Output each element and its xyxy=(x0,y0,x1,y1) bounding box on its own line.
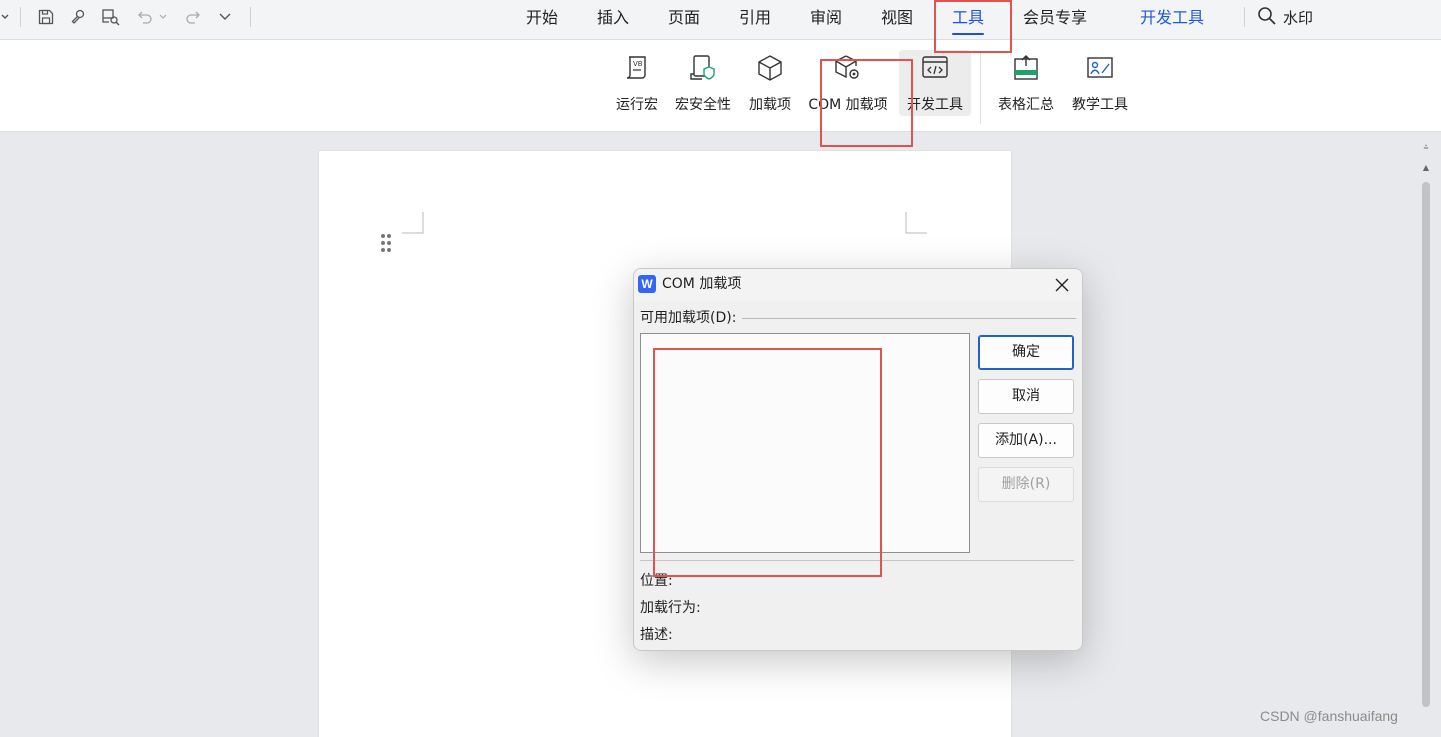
margin-corner-top-right xyxy=(905,212,927,234)
margin-corner-top-left xyxy=(402,212,424,234)
tab-review[interactable]: 审阅 xyxy=(810,7,842,29)
load-behavior-label: 加载行为: xyxy=(640,600,701,616)
close-icon[interactable] xyxy=(1050,273,1074,297)
print-preview-icon[interactable] xyxy=(100,7,122,27)
teaching-tools-button[interactable]: 教学工具 xyxy=(1068,50,1132,116)
code-window-icon xyxy=(920,50,950,86)
macro-security-button[interactable]: 宏安全性 xyxy=(671,50,735,116)
ok-button[interactable]: 确定 xyxy=(978,335,1074,370)
dev-tools-button[interactable]: 开发工具 xyxy=(899,50,971,116)
dev-tools-label: 开发工具 xyxy=(907,97,963,113)
undo-icon[interactable] xyxy=(136,7,154,27)
save-icon[interactable] xyxy=(36,7,56,27)
available-addins-label: 可用加载项(D): xyxy=(640,309,741,327)
location-label: 位置: xyxy=(640,573,673,589)
tab-tools[interactable]: 工具 xyxy=(952,7,985,35)
title-bar: 开始 插入 页面 引用 审阅 视图 工具 会员专享 开发工具 水印 xyxy=(0,0,1441,40)
table-summary-label: 表格汇总 xyxy=(998,97,1054,113)
tab-member[interactable]: 会员专享 xyxy=(1023,7,1087,29)
watermark-text: CSDN @fanshuaifang xyxy=(1260,708,1398,724)
tab-insert[interactable]: 插入 xyxy=(597,7,629,29)
cube-gear-icon xyxy=(833,50,863,86)
ribbon: VB 运行宏 宏安全性 加载项 COM 加载项 开发工具 表格汇总 教学工具 xyxy=(0,40,1441,132)
cancel-button[interactable]: 取消 xyxy=(978,379,1074,414)
addins-label: 加载项 xyxy=(749,97,791,113)
com-addins-dialog: W COM 加载项 可用加载项(D): 确定 取消 添加(A)... 删除(R)… xyxy=(633,268,1083,651)
search-icon[interactable] xyxy=(1256,6,1278,26)
description-label: 描述: xyxy=(640,627,673,643)
com-addins-label: COM 加载项 xyxy=(808,97,888,113)
dialog-title-bar[interactable]: W COM 加载项 xyxy=(634,269,1082,301)
tab-developer[interactable]: 开发工具 xyxy=(1140,7,1204,29)
tab-reference[interactable]: 引用 xyxy=(739,7,771,29)
group-divider xyxy=(742,318,1076,319)
com-addins-button[interactable]: COM 加载项 xyxy=(804,50,892,116)
teaching-board-icon xyxy=(1085,50,1115,86)
toolbar-divider xyxy=(250,7,251,27)
tab-divider xyxy=(1244,7,1245,27)
svg-text:VB: VB xyxy=(633,60,643,68)
table-summary-icon xyxy=(1011,50,1041,86)
details-divider xyxy=(640,560,1074,561)
add-button[interactable]: 添加(A)... xyxy=(978,423,1074,458)
addins-listbox[interactable] xyxy=(640,333,970,553)
dialog-title: COM 加载项 xyxy=(662,276,742,292)
teaching-tools-label: 教学工具 xyxy=(1072,97,1128,113)
run-macro-icon: VB xyxy=(622,50,652,86)
scroll-up-arrow-icon[interactable]: ▲ xyxy=(1422,164,1430,172)
search-text[interactable]: 水印 xyxy=(1283,7,1313,29)
undo-dropdown-icon[interactable] xyxy=(158,7,168,27)
macro-security-label: 宏安全性 xyxy=(675,97,731,113)
remove-button[interactable]: 删除(R) xyxy=(978,467,1074,502)
scroll-collapse-icon[interactable]: ⩮ xyxy=(1422,144,1430,153)
addins-button[interactable]: 加载项 xyxy=(744,50,796,116)
paragraph-drag-handle[interactable] xyxy=(381,234,391,252)
wps-writer-logo-icon: W xyxy=(638,275,656,293)
run-macro-button[interactable]: VB 运行宏 xyxy=(613,50,661,116)
table-summary-button[interactable]: 表格汇总 xyxy=(994,50,1058,116)
shield-icon xyxy=(688,50,718,86)
tab-page[interactable]: 页面 xyxy=(668,7,700,29)
ribbon-divider xyxy=(980,52,981,124)
scrollbar-thumb[interactable] xyxy=(1422,182,1430,707)
format-painter-icon[interactable] xyxy=(68,7,88,27)
run-macro-label: 运行宏 xyxy=(616,97,658,113)
chevron-down-icon[interactable] xyxy=(0,7,10,27)
tab-view[interactable]: 视图 xyxy=(881,7,913,29)
customize-toolbar-icon[interactable] xyxy=(216,7,234,27)
cube-icon xyxy=(755,50,785,86)
redo-icon[interactable] xyxy=(184,7,202,27)
tab-start[interactable]: 开始 xyxy=(526,7,558,29)
toolbar-divider xyxy=(20,7,21,27)
vertical-scrollbar[interactable]: ⩮ ▲ xyxy=(1418,140,1434,710)
